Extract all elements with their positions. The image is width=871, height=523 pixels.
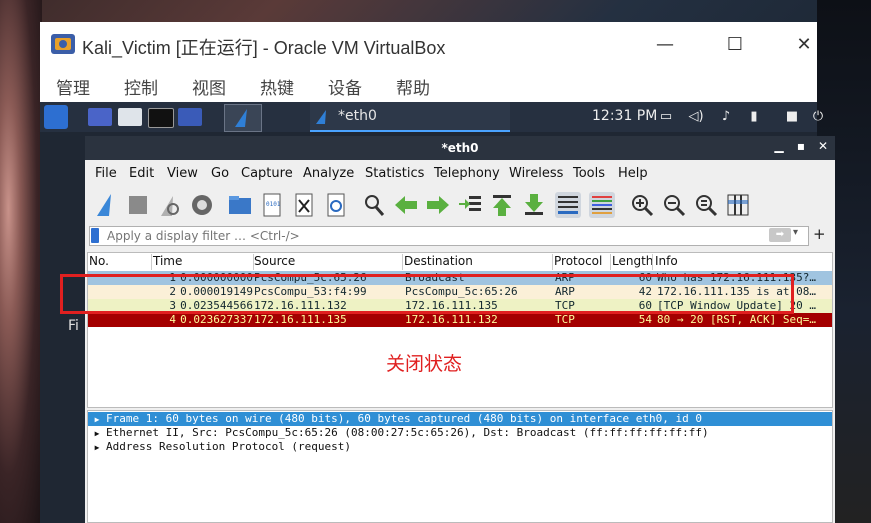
power-icon[interactable]: ⏻ [810, 109, 826, 124]
go-back-icon[interactable] [393, 192, 419, 218]
col-info[interactable]: Info [653, 254, 831, 270]
menu-manage[interactable]: 管理 [56, 74, 90, 99]
close-button[interactable]: ✕ [789, 32, 819, 58]
detail-text: Ethernet II, Src: PcsCompu_5c:65:26 (08:… [106, 426, 709, 439]
taskbar-item-label: *eth0 [338, 108, 377, 124]
virtualbox-window: Kali_Victim [正在运行] - Oracle VM VirtualBo… [40, 22, 835, 523]
menu-help[interactable]: 帮助 [396, 74, 430, 99]
menu-devices[interactable]: 设备 [328, 74, 362, 99]
last-packet-icon[interactable] [521, 192, 547, 218]
col-destination[interactable]: Destination [403, 254, 553, 270]
menu-view[interactable]: View [167, 166, 198, 181]
reload-file-icon[interactable] [323, 192, 349, 218]
col-length[interactable]: Length [611, 254, 653, 270]
display-filter-input[interactable] [107, 227, 747, 245]
annotation-label: 关闭状态 [386, 353, 463, 375]
packet-protocol: TCP [555, 313, 575, 326]
filter-dropdown-icon[interactable]: ▾ [793, 227, 798, 238]
menu-edit[interactable]: Edit [129, 166, 154, 181]
add-filter-button[interactable]: + [813, 225, 826, 243]
packet-destination: 172.16.111.132 [405, 313, 498, 326]
svg-text:0101: 0101 [266, 201, 281, 208]
apply-filter-icon[interactable]: ➡ [769, 228, 791, 242]
col-time[interactable]: Time [151, 254, 254, 270]
packet-row[interactable]: 4 0.023627337 172.16.111.135 172.16.111.… [88, 313, 832, 327]
packet-length: 54 [638, 313, 652, 326]
go-forward-icon[interactable] [425, 192, 451, 218]
notification-bell-icon[interactable]: ♪ [718, 109, 734, 124]
col-protocol[interactable]: Protocol [553, 254, 611, 270]
menu-help[interactable]: Help [618, 166, 648, 181]
menu-control[interactable]: 控制 [124, 74, 158, 99]
zoom-out-icon[interactable] [661, 192, 687, 218]
battery-icon[interactable]: ▮ [746, 109, 762, 124]
virtualbox-logo-icon [51, 34, 75, 54]
resize-columns-icon[interactable] [725, 192, 751, 218]
desktop-label: Fi [68, 318, 79, 334]
ws-minimize-button[interactable]: ▁ [771, 139, 787, 153]
wireshark-window: *eth0 ▁ ▪ ✕ File Edit View Go Capture An… [85, 136, 835, 523]
ws-close-button[interactable]: ✕ [815, 139, 831, 153]
menu-capture[interactable]: Capture [241, 166, 293, 181]
window-title: Kali_Victim [正在运行] - Oracle VM VirtualBo… [82, 38, 446, 58]
kali-menu-icon[interactable] [44, 105, 68, 129]
open-file-icon[interactable] [227, 192, 253, 218]
detail-text: Frame 1: 60 bytes on wire (480 bits), 60… [106, 412, 703, 425]
lock-icon[interactable]: ■ [784, 109, 800, 124]
detail-row-frame[interactable]: ▶ Frame 1: 60 bytes on wire (480 bits), 6… [88, 412, 832, 426]
file-manager-icon[interactable] [118, 108, 142, 126]
menu-file[interactable]: File [95, 166, 117, 181]
show-desktop-icon[interactable] [88, 108, 112, 126]
normal-size-icon[interactable] [693, 192, 719, 218]
menu-analyze[interactable]: Analyze [303, 166, 354, 181]
wireshark-fin-icon [316, 110, 326, 124]
first-packet-icon[interactable] [489, 192, 515, 218]
menu-telephony[interactable]: Telephony [434, 166, 500, 181]
menu-view[interactable]: 视图 [192, 74, 226, 99]
detail-row-arp[interactable]: ▶ Address Resolution Protocol (request) [88, 440, 832, 454]
clock[interactable]: 12:31 PM [592, 108, 657, 124]
restart-capture-icon[interactable] [157, 192, 183, 218]
start-capture-icon[interactable] [93, 192, 119, 218]
wireshark-launcher-icon[interactable] [224, 104, 262, 132]
zoom-in-icon[interactable] [629, 192, 655, 218]
annotation-box [60, 274, 794, 314]
save-file-icon[interactable]: 0101 [259, 192, 285, 218]
maximize-button[interactable]: ☐ [720, 32, 750, 58]
volume-icon[interactable]: ◁) [688, 109, 704, 124]
capture-options-icon[interactable] [189, 192, 215, 218]
detail-row-ethernet[interactable]: ▶ Ethernet II, Src: PcsCompu_5c:65:26 (08… [88, 426, 832, 440]
minimize-button[interactable]: — [650, 32, 680, 58]
menu-tools[interactable]: Tools [573, 166, 605, 181]
ws-maximize-button[interactable]: ▪ [793, 139, 809, 153]
go-to-packet-icon[interactable] [457, 192, 483, 218]
menu-go[interactable]: Go [211, 166, 229, 181]
bookmark-icon[interactable] [91, 228, 99, 243]
close-file-icon[interactable] [291, 192, 317, 218]
terminal-icon[interactable] [148, 108, 174, 128]
menu-wireless[interactable]: Wireless [509, 166, 563, 181]
colorize-icon[interactable] [589, 192, 615, 218]
stop-capture-icon[interactable] [125, 192, 151, 218]
col-source[interactable]: Source [253, 254, 403, 270]
packet-source: 172.16.111.135 [254, 313, 347, 326]
packet-time: 0.023627337 [180, 313, 253, 326]
wallpaper-image [0, 0, 42, 523]
menu-hotkey[interactable]: 热键 [260, 74, 294, 99]
find-packet-icon[interactable] [361, 192, 387, 218]
screen-record-icon[interactable] [178, 108, 202, 126]
display-icon[interactable]: ▭ [658, 109, 674, 124]
menu-statistics[interactable]: Statistics [365, 166, 424, 181]
wireshark-title: *eth0 [85, 136, 835, 160]
detail-text: Address Resolution Protocol (request) [106, 440, 352, 453]
packet-info: 80 → 20 [RST, ACK] Seq=… [657, 313, 816, 326]
col-no[interactable]: No. [89, 254, 152, 270]
autoscroll-icon[interactable] [555, 192, 581, 218]
